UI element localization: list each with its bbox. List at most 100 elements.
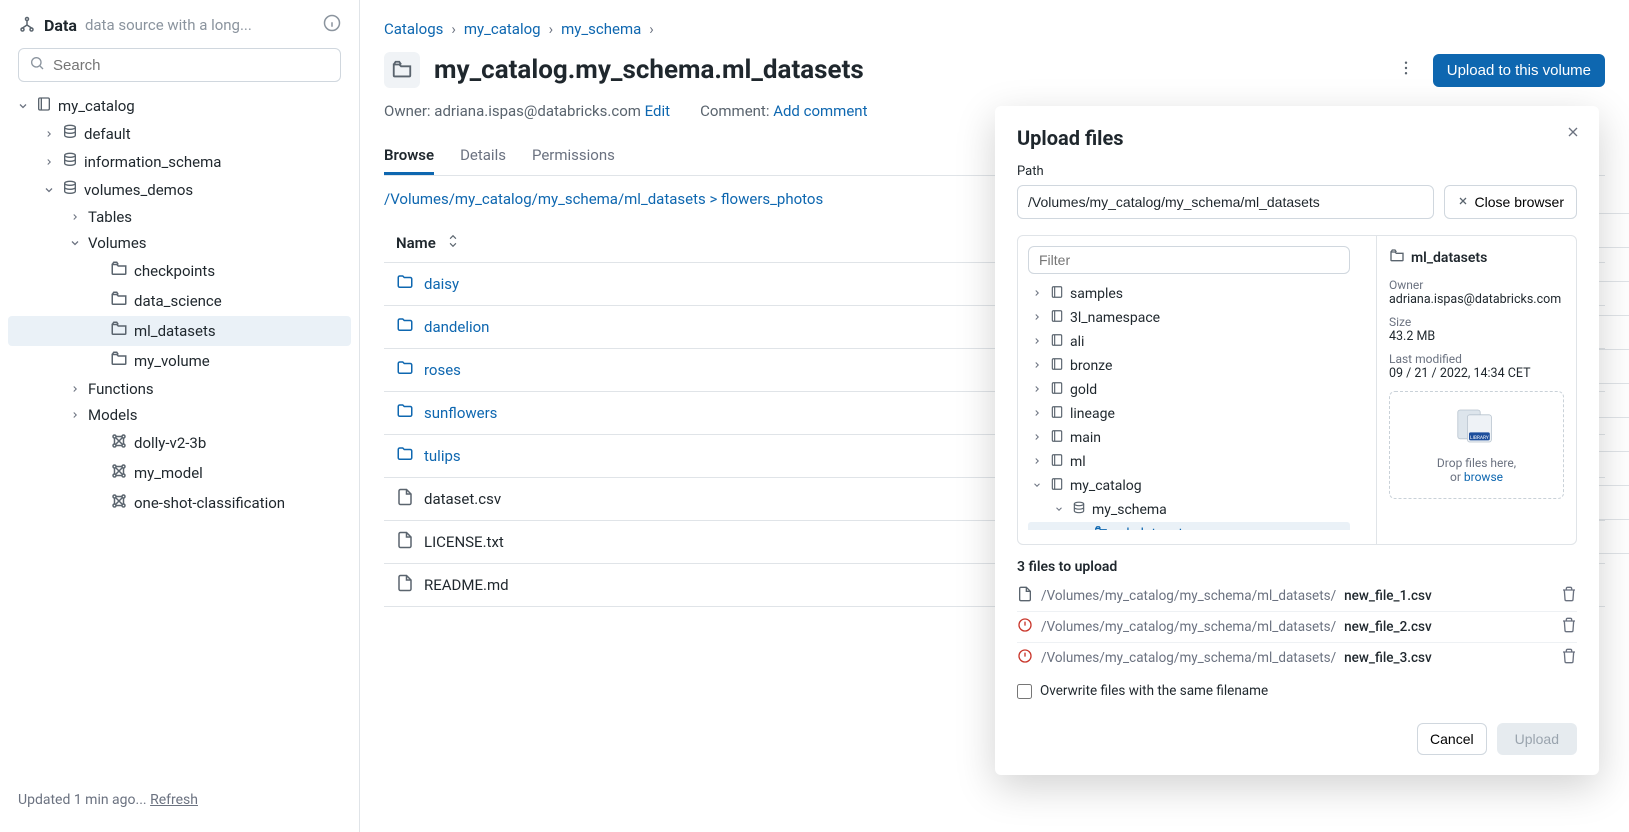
dropzone[interactable]: LIBRARY Drop files here, or browse [1389, 391, 1564, 499]
row-name: dataset.csv [424, 490, 501, 508]
volume-icon [110, 290, 128, 312]
browser-tree-item[interactable]: bronze [1028, 354, 1350, 378]
browser-tree-item[interactable]: 3l_namespace [1028, 306, 1350, 330]
tab-permissions[interactable]: Permissions [532, 138, 615, 175]
tree-model[interactable]: one-shot-classification [8, 488, 351, 518]
close-browser-button[interactable]: Close browser [1444, 185, 1577, 219]
chevron-icon [1032, 480, 1044, 493]
info-icon[interactable] [323, 14, 341, 36]
panel-size-value: 43.2 MB [1389, 329, 1564, 344]
tree-label: volumes_demos [84, 181, 193, 199]
hierarchy-icon [18, 16, 36, 34]
sort-icon[interactable] [446, 234, 460, 252]
tree-group-models[interactable]: Models [8, 402, 351, 428]
folder-icon [396, 445, 414, 467]
titlebar: my_catalog.my_schema.ml_datasets Upload … [384, 52, 1605, 88]
folder-icon [396, 402, 414, 424]
tree-volume[interactable]: data_science [8, 286, 351, 316]
tab-browse[interactable]: Browse [384, 138, 434, 175]
queue-prefix: /Volumes/my_catalog/my_schema/ml_dataset… [1041, 650, 1336, 666]
node-label: bronze [1070, 358, 1112, 374]
trash-icon[interactable] [1561, 617, 1577, 637]
refresh-link[interactable]: Refresh [150, 792, 198, 808]
search-field[interactable] [53, 57, 330, 74]
browser-tree: samples3l_namespacealibronzegoldlineagem… [1018, 236, 1360, 544]
tree-volume[interactable]: ml_datasets [8, 316, 351, 346]
overwrite-input[interactable] [1017, 684, 1032, 699]
path-label: Path [1017, 164, 1577, 179]
browser-tree-item[interactable]: ali [1028, 330, 1350, 354]
breadcrumb-item[interactable]: my_schema [561, 20, 641, 38]
row-name: LICENSE.txt [424, 533, 504, 551]
chevron-icon [1032, 456, 1044, 469]
overwrite-label: Overwrite files with the same filename [1040, 683, 1268, 699]
node-icon [1050, 477, 1064, 495]
tree-label: default [84, 125, 131, 143]
panel-owner-label: Owner [1389, 278, 1564, 292]
upload-to-volume-button[interactable]: Upload to this volume [1433, 54, 1605, 87]
search-icon [29, 55, 45, 75]
breadcrumb-item[interactable]: my_catalog [464, 20, 541, 38]
browser-tree-item[interactable]: main [1028, 426, 1350, 450]
trash-icon[interactable] [1561, 586, 1577, 606]
chevron-icon [1076, 528, 1088, 531]
tree-schema[interactable]: information_schema [8, 148, 351, 176]
tree-model[interactable]: dolly-v2-3b [8, 428, 351, 458]
path-input[interactable] [1017, 185, 1434, 219]
browser-tree-item[interactable]: ml_datasets [1028, 522, 1350, 530]
folder-icon [396, 316, 414, 338]
browser-tree-item[interactable]: gold [1028, 378, 1350, 402]
upload-queue: /Volumes/my_catalog/my_schema/ml_dataset… [1017, 581, 1577, 673]
edit-owner-link[interactable]: Edit [645, 102, 670, 120]
modal-footer: Cancel Upload [1017, 723, 1577, 755]
comment-label: Comment: [700, 102, 773, 120]
overwrite-checkbox[interactable]: Overwrite files with the same filename [1017, 683, 1577, 699]
add-comment-link[interactable]: Add comment [773, 102, 867, 120]
file-icon [396, 488, 414, 510]
browser-tree-item[interactable]: samples [1028, 282, 1350, 306]
tree-group-tables[interactable]: Tables [8, 204, 351, 230]
queue-title: 3 files to upload [1017, 559, 1577, 575]
kebab-icon[interactable] [1397, 59, 1415, 81]
browse-link[interactable]: browse [1464, 470, 1503, 484]
tree-volume[interactable]: my_volume [8, 346, 351, 376]
node-icon [1050, 381, 1064, 399]
tree-label: checkpoints [134, 262, 215, 280]
filter-input[interactable] [1028, 246, 1350, 274]
close-icon[interactable] [1565, 124, 1581, 144]
schema-icon [62, 180, 78, 200]
chevron-right-icon [42, 155, 56, 169]
tree-schema[interactable]: volumes_demos [8, 176, 351, 204]
tree-group-functions[interactable]: Functions [8, 376, 351, 402]
owner-value: adriana.ispas@databricks.com [434, 102, 641, 120]
browser-tree-item[interactable]: my_schema [1028, 498, 1350, 522]
browser-tree-item[interactable]: ml [1028, 450, 1350, 474]
breadcrumb-item[interactable]: Catalogs [384, 20, 443, 38]
tree-label: my_catalog [58, 97, 135, 115]
tree-volume[interactable]: checkpoints [8, 256, 351, 286]
tree-label: information_schema [84, 153, 221, 171]
error-icon [1017, 648, 1033, 668]
breadcrumb: Catalogs › my_catalog › my_schema › [384, 20, 1605, 38]
cancel-button[interactable]: Cancel [1417, 723, 1487, 755]
volume-icon [110, 350, 128, 372]
tab-details[interactable]: Details [460, 138, 506, 175]
chevron-right-icon [42, 127, 56, 141]
chevron-icon [1032, 360, 1044, 373]
file-icon [1017, 586, 1033, 606]
upload-modal: Upload files Path Close browser samples3… [995, 106, 1599, 775]
model-icon [110, 432, 128, 454]
volume-icon [384, 52, 420, 88]
tree-group-volumes[interactable]: Volumes [8, 230, 351, 256]
tree-schema[interactable]: default [8, 120, 351, 148]
tree-model[interactable]: my_model [8, 458, 351, 488]
queue-row: /Volumes/my_catalog/my_schema/ml_dataset… [1017, 643, 1577, 673]
chevron-right-icon: › [451, 20, 456, 38]
tree-catalog[interactable]: my_catalog [8, 92, 351, 120]
browser-tree-item[interactable]: my_catalog [1028, 474, 1350, 498]
node-icon [1050, 453, 1064, 471]
upload-button[interactable]: Upload [1497, 723, 1577, 755]
browser-tree-item[interactable]: lineage [1028, 402, 1350, 426]
trash-icon[interactable] [1561, 648, 1577, 668]
search-input[interactable] [18, 48, 341, 82]
